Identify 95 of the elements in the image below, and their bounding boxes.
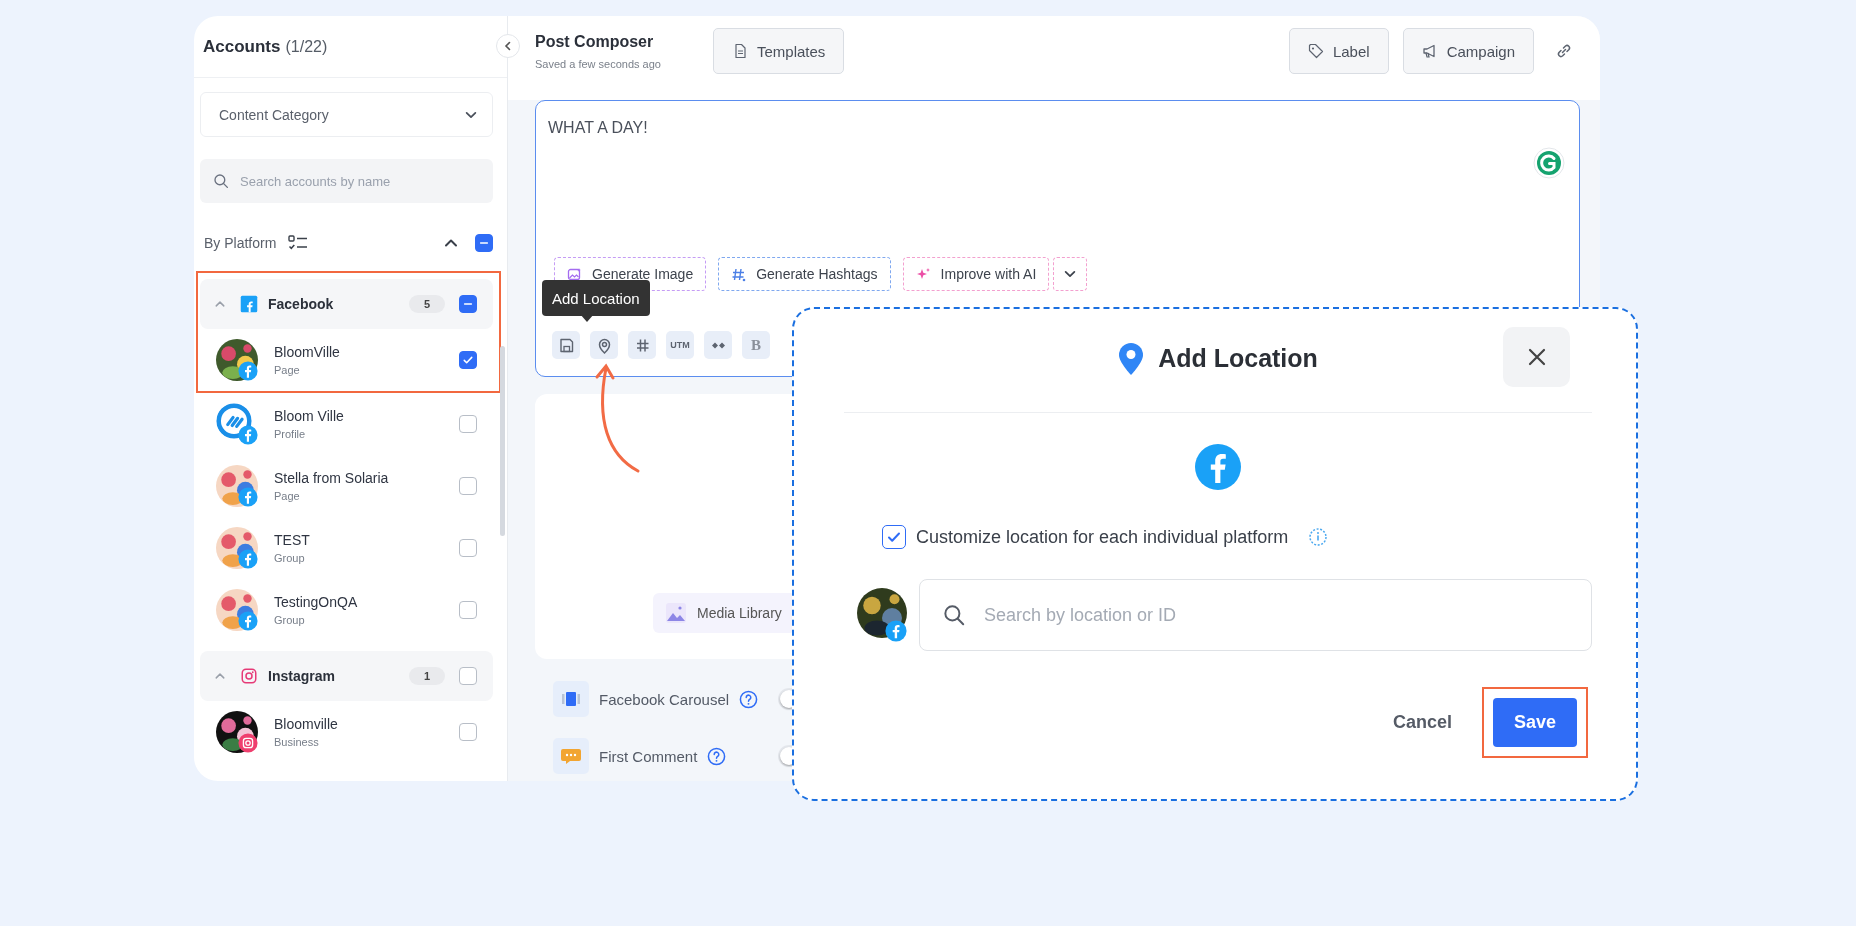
tag-icon xyxy=(1307,43,1324,59)
account-row[interactable]: TestingOnQA Group xyxy=(200,579,493,641)
search-icon xyxy=(941,602,967,628)
account-type: Business xyxy=(274,736,320,748)
account-count: (1/22) xyxy=(285,37,328,56)
toolbar-button[interactable] xyxy=(628,331,656,359)
account-row[interactable]: Bloom Ville Profile xyxy=(200,393,493,455)
post-text: WHAT A DAY! xyxy=(548,119,649,137)
collapse-panel-button[interactable] xyxy=(496,34,520,58)
platform-name: Instagram xyxy=(268,668,335,684)
save-status: Saved a few seconds ago xyxy=(535,57,662,70)
account-name: BloomVille xyxy=(274,344,341,360)
account-row[interactable]: Bloomville Business xyxy=(200,701,493,763)
close-button[interactable] xyxy=(1503,327,1570,387)
megaphone-icon xyxy=(1421,43,1438,59)
account-name: Bloomville xyxy=(274,716,339,732)
option-label: First Comment xyxy=(599,747,698,765)
tooltip-pointer-icon xyxy=(580,314,594,322)
platform-name: Facebook xyxy=(268,296,334,312)
account-name: TEST xyxy=(274,532,311,548)
search-field[interactable]: Search accounts by name xyxy=(200,159,493,203)
list-view-icon[interactable] xyxy=(288,235,309,251)
count-badge: 1 xyxy=(409,667,445,685)
option-label: Facebook Carousel xyxy=(599,690,730,708)
account-name: TestingOnQA xyxy=(274,594,359,610)
grammar-assistant-icon[interactable] xyxy=(1533,147,1565,179)
toolbar-button[interactable] xyxy=(590,331,618,359)
comment-icon xyxy=(553,738,589,774)
account-row[interactable]: BloomVille Page xyxy=(200,329,493,391)
ai-action-button[interactable]: Generate Hashtags xyxy=(718,257,891,291)
checkbox[interactable] xyxy=(459,601,477,619)
save-icon xyxy=(557,336,575,354)
count-badge: 5 xyxy=(409,295,445,313)
toolbar-button[interactable] xyxy=(552,331,580,359)
info-icon[interactable] xyxy=(1308,527,1329,547)
ai-action-button[interactable]: Improve with AI xyxy=(902,257,1050,291)
chevron-left-icon xyxy=(503,41,513,51)
instagram-badge-icon xyxy=(238,733,258,753)
composer-title: Post Composer xyxy=(535,32,655,51)
facebook-badge-icon xyxy=(238,361,258,381)
facebook-badge-icon xyxy=(238,425,258,445)
toolbar-button[interactable] xyxy=(704,331,732,359)
help-icon[interactable] xyxy=(707,746,727,766)
checkbox[interactable] xyxy=(459,295,477,313)
checkbox[interactable] xyxy=(459,415,477,433)
dropdown-label: Content Category xyxy=(219,106,329,123)
account-row[interactable]: TEST Group xyxy=(200,517,493,579)
campaign-button[interactable]: Campaign xyxy=(1402,28,1534,74)
facebook-badge-icon xyxy=(885,620,907,642)
location-search-field[interactable]: Search by location or ID xyxy=(919,579,1592,651)
location-pin-icon xyxy=(1118,341,1145,376)
account-name: Bloom Ville xyxy=(274,408,345,424)
instagram-logo-icon xyxy=(240,667,258,685)
image-sparkle-icon xyxy=(567,266,582,282)
templates-button[interactable]: Templates xyxy=(713,28,845,74)
facebook-badge-icon xyxy=(238,549,258,569)
platform-header[interactable]: Instagram 1 xyxy=(200,651,493,701)
checkbox[interactable] xyxy=(882,525,906,549)
search-icon xyxy=(212,172,230,190)
facebook-badge-icon xyxy=(238,611,258,631)
image-icon xyxy=(665,602,687,624)
facebook-logo-icon xyxy=(240,295,258,313)
panel-title: Accounts xyxy=(203,36,281,57)
help-icon[interactable] xyxy=(739,689,759,709)
carousel-icon xyxy=(553,681,589,717)
tooltip: Add Location xyxy=(542,280,650,316)
group-by-label: By Platform xyxy=(204,235,277,251)
account-type: Page xyxy=(274,490,301,502)
checkbox[interactable] xyxy=(459,723,477,741)
account-name: Stella from Solaria xyxy=(274,470,390,486)
document-icon xyxy=(732,43,748,59)
hashtag-icon xyxy=(731,266,747,282)
scrollbar-thumb[interactable] xyxy=(500,346,505,536)
label-button[interactable]: Label xyxy=(1288,28,1389,74)
checkbox[interactable] xyxy=(459,667,477,685)
checkbox[interactable] xyxy=(475,234,493,252)
logo-icon xyxy=(216,403,252,439)
facebook-badge-icon xyxy=(238,487,258,507)
checkbox-label: Customize location for each individual platform xyxy=(916,526,1289,548)
account-type: Profile xyxy=(274,428,307,440)
account-type: Page xyxy=(274,364,301,376)
check-icon xyxy=(462,354,474,366)
platform-header[interactable]: Facebook 5 xyxy=(200,279,493,329)
account-row[interactable]: Stella from Solaria Page xyxy=(200,455,493,517)
checkbox[interactable] xyxy=(459,351,477,369)
utm-button[interactable]: UTM xyxy=(666,331,694,359)
facebook-logo-icon xyxy=(1194,443,1242,491)
checkbox[interactable] xyxy=(459,539,477,557)
save-button[interactable]: Save xyxy=(1493,698,1577,747)
category-dropdown[interactable]: Content Category xyxy=(200,92,493,137)
cancel-button[interactable]: Cancel xyxy=(1386,711,1458,734)
account-type: Group xyxy=(274,552,306,564)
dialog-title: Add Location xyxy=(1158,344,1318,373)
account-type: Group xyxy=(274,614,306,626)
checkbox[interactable] xyxy=(459,477,477,495)
